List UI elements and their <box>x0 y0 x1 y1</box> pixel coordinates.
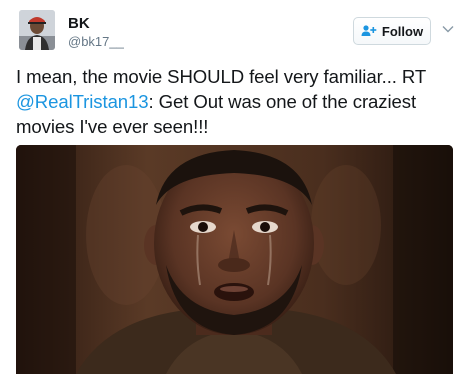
photo-image <box>16 145 453 374</box>
follow-button-label: Follow <box>381 23 424 39</box>
user-info: BK @bk17__ <box>68 15 124 50</box>
tweet-card: BK @bk17__ Follow I mean, the movie SHOU… <box>0 0 474 374</box>
tweet-photo[interactable] <box>16 145 453 374</box>
follow-button[interactable]: Follow <box>353 17 431 45</box>
tweet-text: I mean, the movie SHOULD feel very famil… <box>16 64 466 139</box>
chevron-down-icon[interactable] <box>441 22 455 36</box>
tweet-text-part: I mean, the movie SHOULD feel very famil… <box>16 66 426 87</box>
mention-link[interactable]: @RealTristan13 <box>16 91 149 112</box>
user-handle[interactable]: @bk17__ <box>68 34 124 50</box>
display-name[interactable]: BK <box>68 15 124 32</box>
user-avatar[interactable] <box>19 10 55 50</box>
avatar-image <box>19 10 55 50</box>
add-user-icon <box>361 25 377 37</box>
